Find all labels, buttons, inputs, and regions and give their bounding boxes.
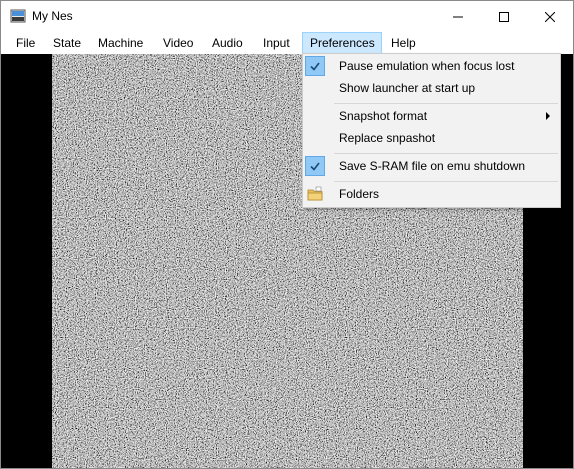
menuitem-label: Show launcher at start up bbox=[339, 81, 476, 95]
menuitem-folders[interactable]: Folders bbox=[303, 183, 560, 205]
menu-file[interactable]: File bbox=[9, 32, 42, 54]
menuitem-snapshot-format[interactable]: Snapshot format bbox=[303, 105, 560, 127]
minimize-icon bbox=[453, 16, 463, 17]
menuitem-label: Save S-RAM file on emu shutdown bbox=[339, 159, 526, 173]
menu-audio[interactable]: Audio bbox=[205, 32, 250, 54]
menuitem-label: Pause emulation when focus lost bbox=[339, 59, 515, 73]
maximize-button[interactable] bbox=[481, 1, 527, 32]
folder-icon bbox=[307, 186, 323, 201]
close-icon bbox=[545, 11, 555, 22]
menu-machine[interactable]: Machine bbox=[91, 32, 150, 54]
menu-bar: File State Machine Video Audio Input Pre… bbox=[1, 32, 573, 54]
menuitem-pause-on-focus-lost[interactable]: Pause emulation when focus lost bbox=[303, 55, 560, 77]
submenu-arrow-icon bbox=[546, 112, 550, 120]
menuitem-label: Snapshot format bbox=[339, 109, 428, 123]
window-title: My Nes bbox=[32, 9, 73, 23]
check-icon bbox=[305, 56, 325, 76]
minimize-button[interactable] bbox=[435, 1, 481, 32]
menu-separator bbox=[334, 103, 558, 104]
menuitem-show-launcher[interactable]: Show launcher at start up bbox=[303, 77, 560, 99]
menu-separator bbox=[334, 153, 558, 154]
menu-input[interactable]: Input bbox=[256, 32, 297, 54]
menu-separator bbox=[334, 181, 558, 182]
close-button[interactable] bbox=[527, 1, 573, 32]
title-bar[interactable]: My Nes bbox=[1, 1, 573, 32]
main-window: My Nes File State Machine Video Audio In… bbox=[0, 0, 574, 469]
menuitem-label: Folders bbox=[339, 187, 380, 201]
preferences-dropdown: Pause emulation when focus lost Show lau… bbox=[302, 53, 561, 208]
menu-preferences[interactable]: Preferences bbox=[302, 32, 382, 54]
check-icon bbox=[305, 156, 325, 176]
menu-video[interactable]: Video bbox=[156, 32, 200, 54]
menuitem-label: Replace snpashot bbox=[339, 131, 436, 145]
menuitem-replace-snapshot[interactable]: Replace snpashot bbox=[303, 127, 560, 149]
menu-state[interactable]: State bbox=[46, 32, 88, 54]
menu-help[interactable]: Help bbox=[384, 32, 423, 54]
app-icon bbox=[10, 9, 26, 23]
maximize-icon bbox=[499, 11, 509, 22]
menuitem-save-sram[interactable]: Save S-RAM file on emu shutdown bbox=[303, 155, 560, 177]
